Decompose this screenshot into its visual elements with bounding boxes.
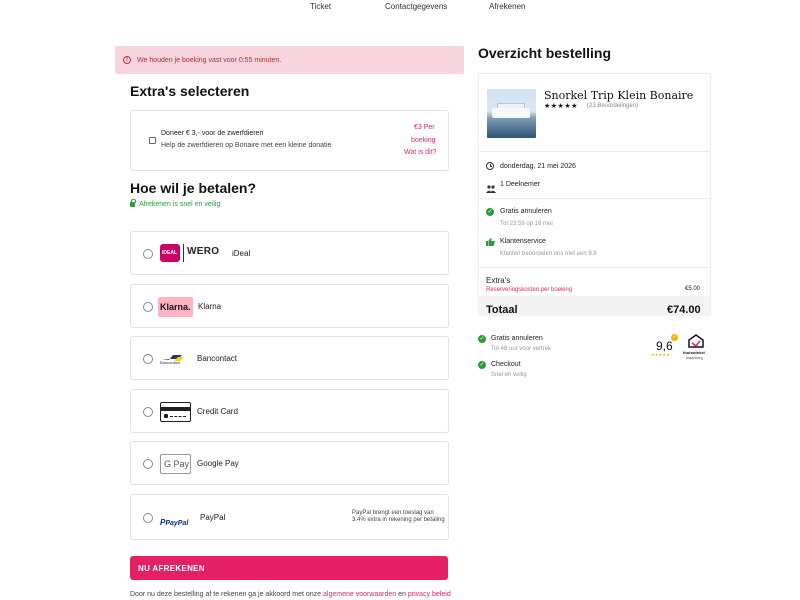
donation-title: Doneer € 3,- voor de zwerfdieren xyxy=(161,130,264,137)
bancontact-radio[interactable] xyxy=(143,354,153,364)
trip-date: donderdag, 21 mei 2026 xyxy=(500,163,576,170)
payment-method-credit-card[interactable]: Credit Card xyxy=(130,389,449,433)
badge-line-2: waarborg xyxy=(686,355,703,360)
secure-checkout-note: Afrekenen is snel en veilig xyxy=(130,199,221,208)
site-rating: 9,6 xyxy=(656,339,673,353)
review-count: (23 Beoordelingen) xyxy=(587,103,639,109)
donation-option[interactable]: Doneer € 3,- voor de zwerfdieren Help de… xyxy=(130,110,449,171)
step-ticket[interactable]: Ticket xyxy=(310,2,331,11)
payment-method-paypal[interactable]: PPayPal PayPal PayPal brengt een toeslag… xyxy=(130,494,449,540)
logo-divider xyxy=(183,244,184,262)
terms-and: en xyxy=(398,591,406,598)
donation-description: Help de zwerfdieren op Bonaire met een k… xyxy=(161,142,332,149)
credit-card-radio[interactable] xyxy=(143,407,153,417)
ideal-logo: iDEAL xyxy=(160,244,180,262)
trip-title: Snorkel Trip Klein Bonaire xyxy=(544,89,694,102)
ideal-radio[interactable] xyxy=(143,249,153,259)
ideal-label: iDeal xyxy=(232,249,251,258)
donation-info-link[interactable]: Wat is dit? xyxy=(404,149,436,156)
customer-service-sub: Klanten beoordelen ons met een 9.8 xyxy=(500,251,597,257)
donation-price: €3 Per xyxy=(414,124,435,131)
divider xyxy=(479,198,710,199)
payment-method-klarna[interactable]: Klarna. Klarna xyxy=(130,284,449,328)
klarna-radio[interactable] xyxy=(143,302,153,312)
google-pay-logo: G Pay xyxy=(160,454,191,474)
reservation-fee-amount: €5.00 xyxy=(685,286,701,292)
wero-logo: WERO xyxy=(187,246,220,257)
summary-title: Overzicht bestelling xyxy=(478,45,612,61)
total-label: Totaal xyxy=(486,304,518,316)
donation-checkbox[interactable] xyxy=(149,137,156,144)
trust-checkout-sub: Snel en veilig xyxy=(491,372,527,378)
total-amount: €74.00 xyxy=(667,304,701,316)
trust-checkout-title: Checkout xyxy=(491,361,521,368)
rating-stars: ★★★★★ xyxy=(544,103,578,110)
google-pay-radio[interactable] xyxy=(143,459,153,469)
terms-text: Door nu deze bestelling af te rekenen ga… xyxy=(130,591,451,598)
secure-text: Afrekenen is snel en veilig xyxy=(139,201,221,208)
credit-card-icon xyxy=(160,402,191,422)
divider xyxy=(479,151,710,152)
step-afrekenen[interactable]: Afrekenen xyxy=(489,2,525,11)
check-icon: ✓ xyxy=(478,361,486,369)
bancontact-logo: Bancontact xyxy=(160,350,185,366)
google-pay-label: Google Pay xyxy=(197,459,239,468)
extras-heading: Extra's selecteren xyxy=(130,83,250,99)
paypal-radio[interactable] xyxy=(143,513,153,523)
klarna-logo: Klarna. xyxy=(158,297,193,317)
payment-method-google-pay[interactable]: G Pay Google Pay xyxy=(130,441,449,485)
paypal-fee-note-2: 3.4% extra in rekening per betaling xyxy=(352,517,445,523)
site-rating-stars: ★★★★★ xyxy=(651,352,670,357)
credit-card-label: Credit Card xyxy=(197,407,238,416)
checkout-button[interactable]: NU AFREKENEN xyxy=(130,556,448,580)
info-icon: ! xyxy=(123,56,131,64)
lock-icon xyxy=(130,199,136,207)
paypal-fee-note: PayPal brengt een toeslag van xyxy=(352,510,434,516)
trust-cancel-sub: Tot 48 uur voor vertrek xyxy=(491,346,552,352)
thumbs-up-icon xyxy=(486,238,495,246)
paypal-label: PayPal xyxy=(200,513,226,522)
trust-cancel-title: Gratis annuleren xyxy=(491,335,543,342)
free-cancel-title: Gratis annuleren xyxy=(500,208,552,215)
booking-hold-alert: ! We houden je boeking vast voor 0:55 mi… xyxy=(115,46,464,74)
customer-service-title: Klantenservice xyxy=(500,238,546,245)
step-contactgegevens[interactable]: Contactgegevens xyxy=(385,2,447,11)
clock-icon xyxy=(486,162,494,170)
reservation-fee-label: Reserveringskosten per boeking xyxy=(486,287,573,293)
terms-link[interactable]: algemene voorwaarden xyxy=(323,591,396,598)
trip-image xyxy=(487,89,536,138)
bancontact-label: Bancontact xyxy=(197,354,238,363)
payment-method-ideal[interactable]: iDEAL WERO iDeal xyxy=(130,231,449,275)
paypal-logo: PPayPal xyxy=(160,518,189,527)
participants: 1 Deelnemer xyxy=(500,181,541,188)
alert-text: We houden je boeking vast voor 0:55 minu… xyxy=(137,56,282,64)
rating-check-icon: ✓ xyxy=(671,334,678,341)
check-icon: ✓ xyxy=(486,208,494,216)
klarna-label: Klarna xyxy=(198,302,222,311)
divider xyxy=(479,267,710,268)
payment-heading: Hoe wil je betalen? xyxy=(130,180,257,196)
donation-price-unit: boeking xyxy=(411,137,436,144)
free-cancel-sub: Tot 23:59 op 18 mei xyxy=(500,221,553,227)
thuiswinkel-logo: thuiswinkel waarborg xyxy=(683,334,709,364)
terms-prefix: Door nu deze bestelling af te rekenen ga… xyxy=(130,591,322,598)
payment-method-bancontact[interactable]: Bancontact Bancontact xyxy=(130,336,449,380)
privacy-link[interactable]: privacy beleid xyxy=(408,591,451,598)
extras-label: Extra's xyxy=(486,276,511,285)
check-icon: ✓ xyxy=(478,335,486,343)
people-icon xyxy=(486,180,496,193)
